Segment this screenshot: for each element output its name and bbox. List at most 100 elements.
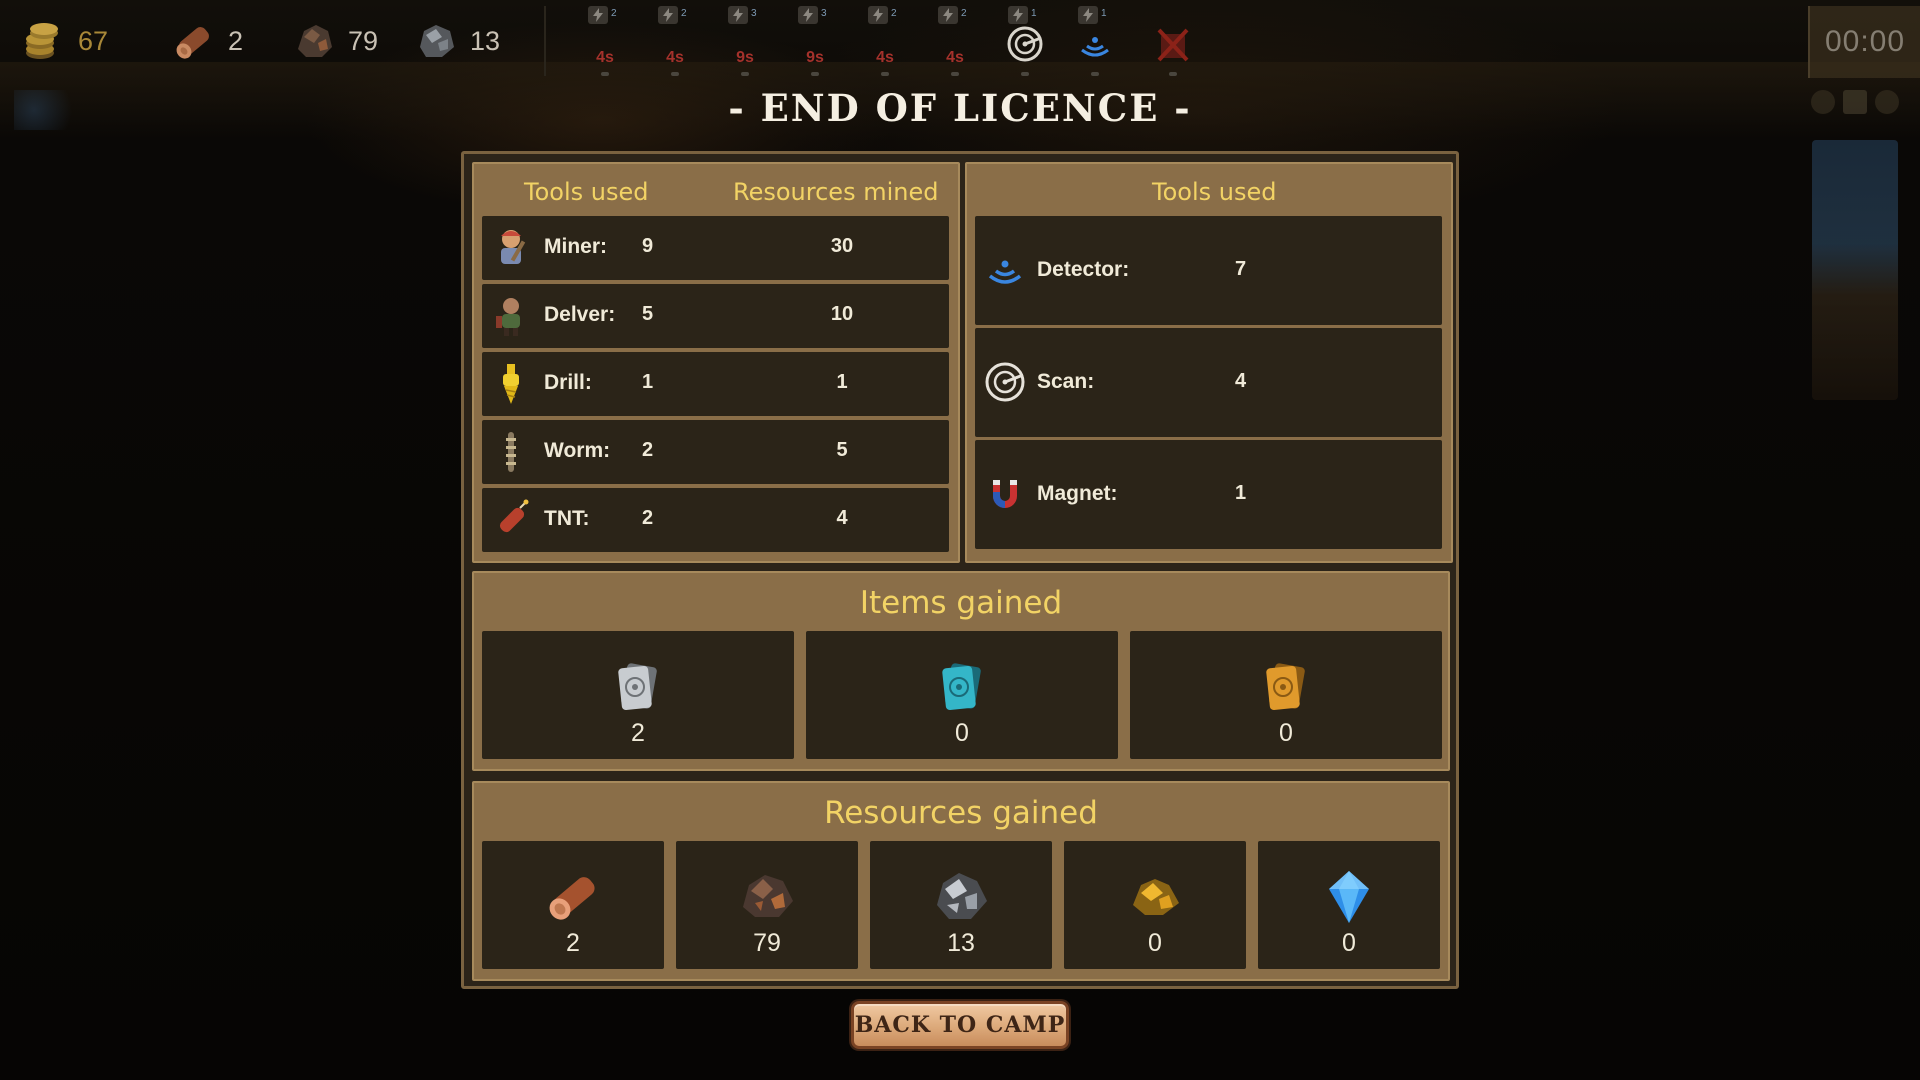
tool-count: 1 bbox=[1031, 8, 1037, 19]
tool-slot-5[interactable]: 2 4s bbox=[860, 2, 910, 82]
diamond-icon bbox=[1329, 871, 1369, 923]
tool-row-tnt: TNT: 2 4 bbox=[482, 488, 949, 552]
tool-cooldown: 4s bbox=[946, 49, 964, 66]
worm-icon bbox=[506, 432, 516, 472]
wood-log-icon bbox=[549, 877, 595, 920]
tool-slot-indicator bbox=[1021, 72, 1029, 76]
tool-slot-indicator bbox=[1091, 72, 1099, 76]
lightning-icon bbox=[733, 8, 743, 22]
resource-card-wood: 2 bbox=[482, 841, 664, 969]
resource-count: 79 bbox=[753, 929, 781, 957]
resources-mined-count: 1 bbox=[836, 371, 848, 393]
tool-slot-1[interactable]: 2 4s bbox=[580, 2, 630, 82]
tool-name: Delver: bbox=[544, 303, 616, 326]
tool-count: 3 bbox=[821, 8, 827, 19]
tool-cooldown: 9s bbox=[806, 49, 824, 66]
tool-used-count: 1 bbox=[642, 371, 654, 393]
charge-chip bbox=[658, 6, 678, 24]
copper-ore-icon bbox=[743, 875, 793, 917]
tool-slot-6[interactable]: 2 4s bbox=[930, 2, 980, 82]
tool-slot-2[interactable]: 2 4s bbox=[650, 2, 700, 82]
resources-mined-count: 30 bbox=[830, 235, 854, 257]
tool-slot-indicator bbox=[601, 72, 609, 76]
charge-chip bbox=[1078, 6, 1098, 24]
dialog-title: - END OF LICENCE - bbox=[728, 86, 1192, 130]
tool-row-delver: Delver: 5 10 bbox=[482, 284, 949, 348]
resources-gained-panel: Resources gained 2 79 13 0 0 bbox=[472, 781, 1450, 981]
tool-slot-disabled[interactable] bbox=[1148, 2, 1198, 82]
hud-iron: 13 bbox=[414, 14, 500, 68]
tool-cooldown: 4s bbox=[876, 49, 894, 66]
lightning-icon bbox=[1013, 8, 1023, 22]
iron-ore-icon bbox=[937, 873, 987, 919]
tool-row-miner: Miner: 9 30 bbox=[482, 216, 949, 280]
coins-icon bbox=[26, 23, 58, 59]
tool-used-count: 7 bbox=[1235, 258, 1247, 280]
copper-ore-icon bbox=[298, 25, 332, 57]
scan-icon bbox=[1007, 26, 1043, 62]
items-gained-panel: Items gained 2 0 0 bbox=[472, 571, 1450, 771]
tool-slot-scan[interactable]: 1 bbox=[1000, 2, 1050, 82]
lightning-icon bbox=[943, 8, 953, 22]
resources-mined-count: 4 bbox=[836, 507, 848, 529]
hud-coins: 67 bbox=[22, 14, 108, 68]
tool-name: Detector: bbox=[1037, 258, 1130, 281]
gold-card-icon bbox=[1266, 663, 1305, 711]
tool-used-count: 1 bbox=[1235, 482, 1247, 504]
resource-card-gold: 0 bbox=[1064, 841, 1246, 969]
tool-row-drill: Drill: 1 1 bbox=[482, 352, 949, 416]
silver-card-icon bbox=[618, 663, 657, 711]
tool-used-count: 2 bbox=[642, 439, 654, 461]
tool-slot-indicator bbox=[1169, 72, 1177, 76]
background-right-panel bbox=[1812, 140, 1898, 400]
tool-slot-indicator bbox=[741, 72, 749, 76]
tool-used-count: 4 bbox=[1235, 370, 1247, 392]
lightning-icon bbox=[663, 8, 673, 22]
tool-slot-4[interactable]: 3 9s bbox=[790, 2, 840, 82]
wood-log-icon bbox=[176, 27, 209, 59]
hud-iron-value: 13 bbox=[470, 25, 501, 56]
lightning-icon bbox=[803, 8, 813, 22]
tool-used-count: 5 bbox=[642, 303, 654, 325]
tool-row-worm: Worm: 2 5 bbox=[482, 420, 949, 484]
cyan-card-icon bbox=[942, 663, 981, 711]
resources-mined-count: 10 bbox=[830, 303, 854, 325]
tool-row-scan: Scan: 4 bbox=[975, 328, 1442, 437]
resources-mined-header: Resources mined bbox=[733, 178, 939, 206]
hud-wood-value: 2 bbox=[228, 25, 244, 56]
tool-count: 2 bbox=[961, 8, 967, 19]
tnt-icon bbox=[499, 499, 529, 533]
item-count: 0 bbox=[1279, 719, 1293, 747]
tool-slot-detector[interactable]: 1 bbox=[1070, 2, 1120, 82]
item-count: 0 bbox=[955, 719, 969, 747]
item-count: 2 bbox=[631, 719, 645, 747]
tool-slot-3[interactable]: 3 9s bbox=[720, 2, 770, 82]
tool-slot-indicator bbox=[951, 72, 959, 76]
tool-slot-indicator bbox=[881, 72, 889, 76]
mining-tools-panel: Tools used Resources mined Miner: 9 30 D… bbox=[472, 162, 960, 563]
items-gained-title: Items gained bbox=[859, 585, 1063, 621]
item-card-gold: 0 bbox=[1130, 631, 1442, 759]
end-of-licence-dialog: Tools used Resources mined Miner: 9 30 D… bbox=[461, 151, 1459, 989]
tool-row-magnet: Magnet: 1 bbox=[975, 440, 1442, 549]
drill-icon bbox=[503, 364, 519, 404]
resource-count: 13 bbox=[947, 929, 975, 957]
tool-count: 2 bbox=[681, 8, 687, 19]
tool-count: 2 bbox=[611, 8, 617, 19]
hud-wood: 2 bbox=[172, 14, 243, 68]
charge-chip bbox=[938, 6, 958, 24]
tool-slot-indicator bbox=[671, 72, 679, 76]
resource-count: 0 bbox=[1148, 929, 1162, 957]
hud-copper: 79 bbox=[292, 14, 378, 68]
tool-slot-indicator bbox=[811, 72, 819, 76]
charge-chip bbox=[868, 6, 888, 24]
tool-count: 2 bbox=[891, 8, 897, 19]
back-to-camp-button[interactable]: BACK TO CAMP bbox=[851, 1001, 1069, 1049]
lightning-icon bbox=[873, 8, 883, 22]
charge-chip bbox=[1008, 6, 1028, 24]
resources-mined-count: 5 bbox=[836, 439, 848, 461]
charge-chip bbox=[798, 6, 818, 24]
top-hud: 67 2 79 13 2 4s 2 4s 3 9s 3 9s 2 4s 2 4s… bbox=[0, 0, 1920, 82]
item-card-silver: 2 bbox=[482, 631, 794, 759]
delver-icon bbox=[496, 298, 520, 336]
